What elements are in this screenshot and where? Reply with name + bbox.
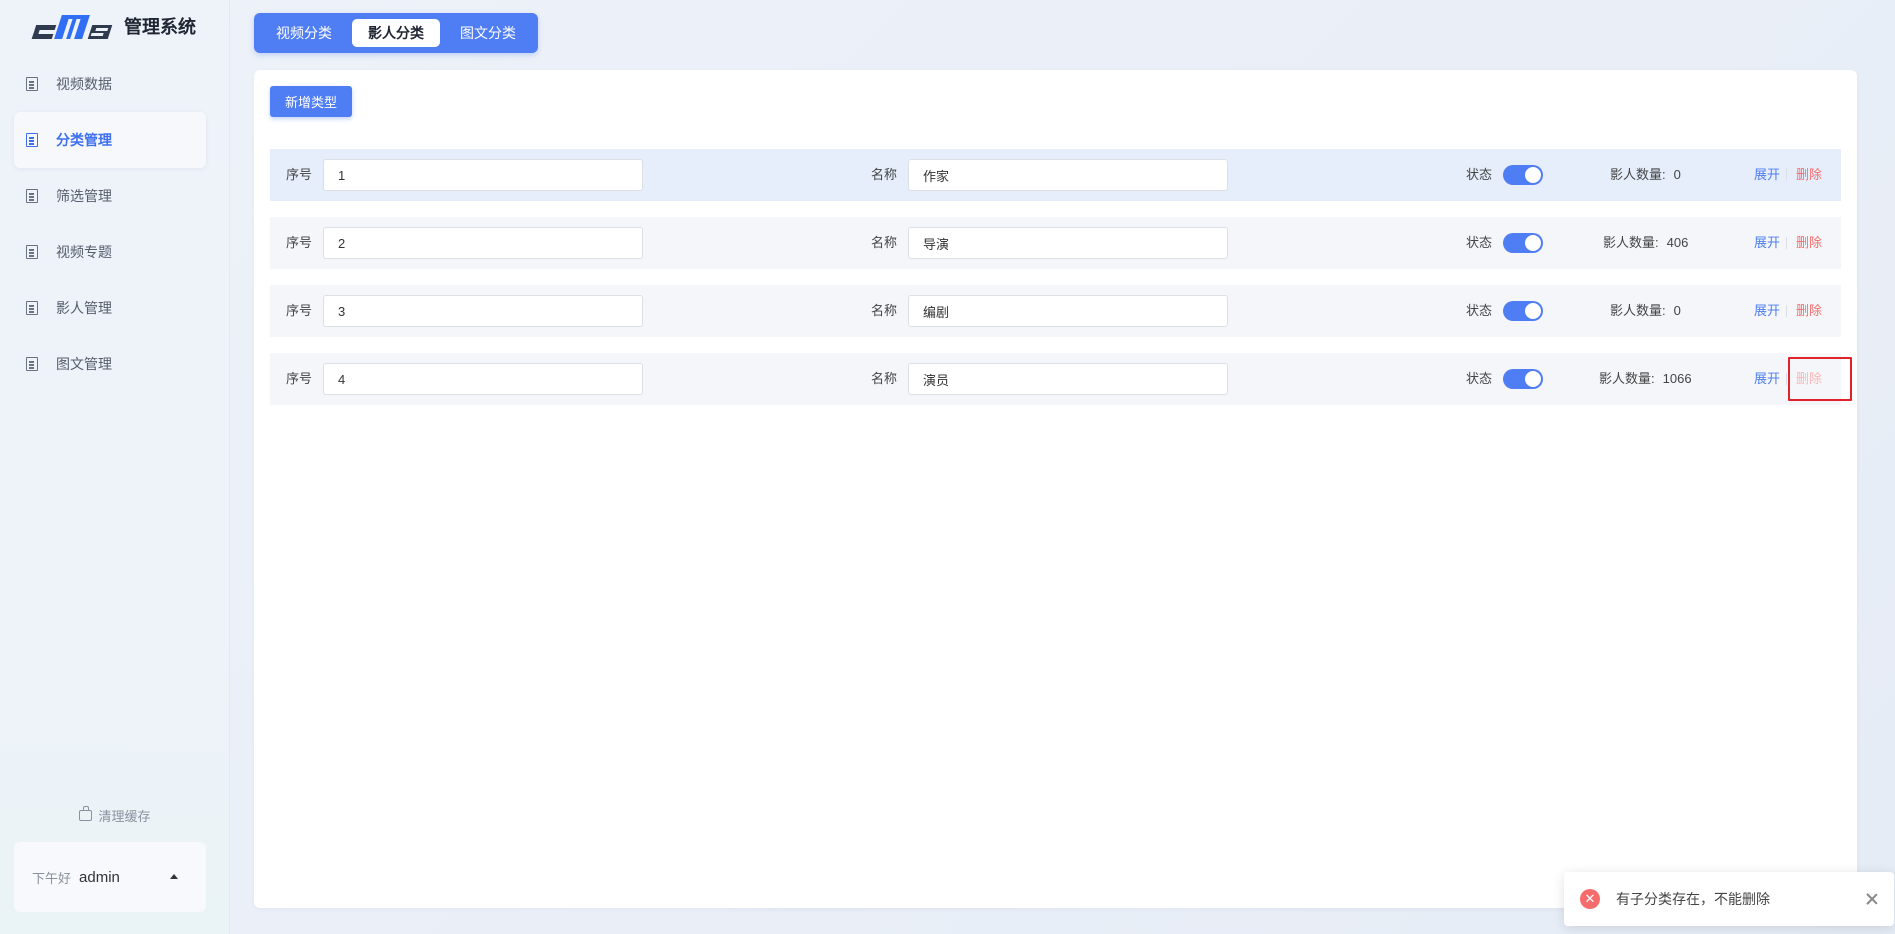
name-label: 名称 bbox=[871, 235, 898, 250]
sidebar-item-label: 筛选管理 bbox=[56, 188, 112, 204]
order-label: 序号 bbox=[286, 167, 313, 182]
order-input[interactable] bbox=[323, 227, 643, 259]
people-count: 影人数量: 1066 bbox=[1599, 353, 1692, 405]
document-icon bbox=[26, 357, 38, 371]
name-label: 名称 bbox=[871, 303, 898, 318]
table-row: 序号 名称 状态 影人数量: 0 展开 删除 bbox=[270, 285, 1841, 337]
add-type-button[interactable]: 新增类型 bbox=[270, 86, 353, 117]
order-input[interactable] bbox=[323, 295, 643, 327]
status-toggle[interactable] bbox=[1503, 369, 1543, 389]
people-count-label: 影人数量: bbox=[1603, 235, 1659, 250]
sidebar-item-category-management[interactable]: 分类管理 bbox=[14, 112, 206, 168]
status-label: 状态 bbox=[1466, 167, 1493, 182]
caret-up-icon bbox=[170, 874, 178, 879]
document-icon bbox=[26, 189, 38, 203]
tab-video-category[interactable]: 视频分类 bbox=[260, 19, 348, 47]
expand-button[interactable]: 展开 bbox=[1754, 217, 1780, 269]
name-label: 名称 bbox=[871, 371, 898, 386]
error-icon: ✕ bbox=[1580, 889, 1600, 909]
username: admin bbox=[79, 868, 120, 886]
sidebar-item-label: 视频数据 bbox=[56, 76, 112, 92]
people-count-value: 0 bbox=[1673, 303, 1681, 318]
action-divider bbox=[1786, 169, 1787, 181]
name-label: 名称 bbox=[871, 167, 898, 182]
name-input[interactable] bbox=[908, 159, 1228, 191]
sidebar-item-label: 影人管理 bbox=[56, 300, 112, 316]
sidebar-item-article-management[interactable]: 图文管理 bbox=[14, 336, 206, 392]
status-toggle[interactable] bbox=[1503, 301, 1543, 321]
expand-button[interactable]: 展开 bbox=[1754, 149, 1780, 201]
people-count-value: 1066 bbox=[1662, 371, 1692, 386]
sidebar-item-people-management[interactable]: 影人管理 bbox=[14, 280, 206, 336]
document-icon bbox=[26, 133, 38, 147]
user-menu[interactable]: 下午好 admin bbox=[14, 842, 206, 912]
people-count: 影人数量: 0 bbox=[1610, 149, 1681, 201]
people-count-value: 0 bbox=[1673, 167, 1681, 182]
delete-button[interactable]: 删除 bbox=[1796, 149, 1822, 201]
name-input[interactable] bbox=[908, 227, 1228, 259]
sidebar-item-label: 图文管理 bbox=[56, 356, 112, 372]
people-count-label: 影人数量: bbox=[1599, 371, 1655, 386]
action-divider bbox=[1786, 305, 1787, 317]
status-toggle[interactable] bbox=[1503, 233, 1543, 253]
category-tabs: 视频分类 影人分类 图文分类 bbox=[254, 13, 538, 53]
people-count-label: 影人数量: bbox=[1610, 167, 1666, 182]
tab-article-category[interactable]: 图文分类 bbox=[444, 19, 532, 47]
people-count-label: 影人数量: bbox=[1610, 303, 1666, 318]
table-row: 序号 名称 状态 影人数量: 1066 展开 删除 bbox=[270, 353, 1852, 405]
status-label: 状态 bbox=[1466, 371, 1493, 386]
status-label: 状态 bbox=[1466, 303, 1493, 318]
action-divider bbox=[1786, 237, 1787, 249]
people-count: 影人数量: 406 bbox=[1603, 217, 1688, 269]
name-input[interactable] bbox=[908, 295, 1228, 327]
sidebar-item-label: 视频专题 bbox=[56, 244, 112, 260]
document-icon bbox=[26, 77, 38, 91]
sidebar: 管理系统 视频数据 分类管理 筛选管理 视频专题 影人管理 图文管理 清理缓存 bbox=[0, 0, 230, 934]
document-icon bbox=[26, 301, 38, 315]
delete-button[interactable]: 删除 bbox=[1796, 285, 1822, 337]
logo-text: 管理系统 bbox=[124, 17, 196, 37]
sidebar-item-video-topics[interactable]: 视频专题 bbox=[14, 224, 206, 280]
cms-logo-icon bbox=[31, 13, 113, 39]
tab-people-category[interactable]: 影人分类 bbox=[352, 19, 440, 47]
status-label: 状态 bbox=[1466, 235, 1493, 250]
clear-cache-button[interactable]: 清理缓存 bbox=[0, 806, 230, 825]
toast-message: 有子分类存在，不能删除 bbox=[1616, 891, 1770, 907]
order-label: 序号 bbox=[286, 303, 313, 318]
logo: 管理系统 bbox=[31, 10, 196, 42]
error-toast: ✕ 有子分类存在，不能删除 bbox=[1564, 872, 1894, 926]
close-icon[interactable] bbox=[1864, 891, 1880, 907]
delete-button[interactable]: 删除 bbox=[1796, 353, 1822, 405]
document-icon bbox=[26, 245, 38, 259]
status-toggle[interactable] bbox=[1503, 165, 1543, 185]
table-row: 序号 名称 状态 影人数量: 0 展开 删除 bbox=[270, 149, 1841, 201]
order-label: 序号 bbox=[286, 371, 313, 386]
greeting-text: 下午好 bbox=[32, 870, 72, 886]
delete-button[interactable]: 删除 bbox=[1796, 217, 1822, 269]
expand-button[interactable]: 展开 bbox=[1754, 353, 1780, 405]
name-input[interactable] bbox=[908, 363, 1228, 395]
people-count: 影人数量: 0 bbox=[1610, 285, 1681, 337]
order-input[interactable] bbox=[323, 363, 643, 395]
clear-cache-label: 清理缓存 bbox=[98, 809, 151, 824]
sidebar-item-label: 分类管理 bbox=[56, 132, 112, 148]
sidebar-item-filter-management[interactable]: 筛选管理 bbox=[14, 168, 206, 224]
sidebar-nav: 视频数据 分类管理 筛选管理 视频专题 影人管理 图文管理 bbox=[14, 56, 206, 392]
expand-button[interactable]: 展开 bbox=[1754, 285, 1780, 337]
order-label: 序号 bbox=[286, 235, 313, 250]
table-row: 序号 名称 状态 影人数量: 406 展开 删除 bbox=[270, 217, 1841, 269]
briefcase-icon bbox=[79, 806, 93, 821]
main-panel: 新增类型 序号 名称 状态 影人数量: 0 展开 删除 序号 名称 状态 影人数量… bbox=[254, 70, 1857, 908]
order-input[interactable] bbox=[323, 159, 643, 191]
sidebar-item-video-data[interactable]: 视频数据 bbox=[14, 56, 206, 112]
action-divider bbox=[1786, 373, 1787, 385]
people-count-value: 406 bbox=[1666, 235, 1689, 250]
